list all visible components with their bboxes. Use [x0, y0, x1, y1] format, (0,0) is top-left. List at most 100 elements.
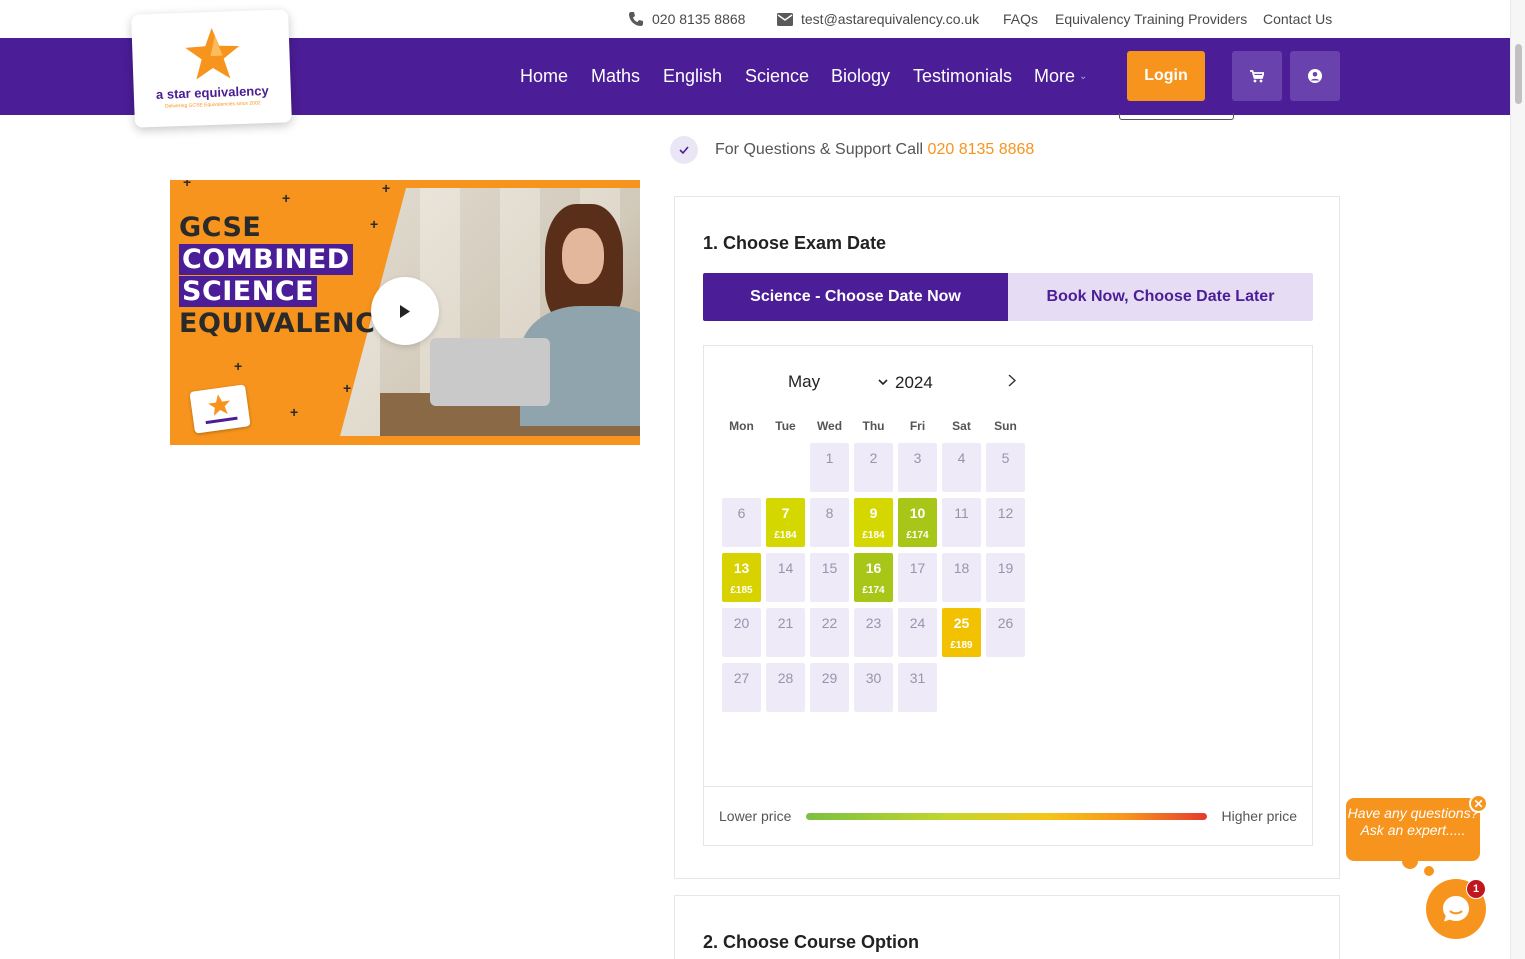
calendar-day: 31 — [898, 663, 937, 712]
topbar-phone-text: 020 8135 8868 — [652, 11, 746, 27]
calendar-day: 19 — [986, 553, 1025, 602]
weekday-label: Wed — [816, 419, 843, 433]
play-button[interactable] — [371, 277, 439, 345]
support-text: For Questions & Support Call — [715, 141, 924, 158]
nav-home[interactable]: Home — [520, 66, 568, 87]
nav-english[interactable]: English — [663, 66, 722, 87]
account-button[interactable] — [1290, 51, 1340, 101]
nav-biology[interactable]: Biology — [831, 66, 890, 87]
calendar-day: 11 — [942, 498, 981, 547]
day-number: 24 — [909, 615, 926, 631]
course-option-card: 2. Choose Course Option — [674, 895, 1340, 959]
calendar-day-available[interactable]: 10 £174 — [898, 498, 937, 547]
day-number: 6 — [737, 505, 746, 521]
day-price: £189 — [950, 640, 973, 651]
next-month-button[interactable] — [1002, 370, 1022, 390]
calendar-day: 18 — [942, 553, 981, 602]
day-number: 22 — [821, 615, 838, 631]
course-video-thumbnail[interactable]: GCSE COMBINED SCIENCE EQUIVALENCY + + + … — [170, 180, 640, 445]
calendar-day: 23 — [854, 608, 893, 657]
topbar-phone[interactable]: 020 8135 8868 — [628, 11, 745, 27]
sparkle-icon: + — [234, 358, 243, 374]
support-line: For Questions & Support Call 020 8135 88… — [670, 136, 1034, 164]
chat-prompt-bubble[interactable]: Have any questions? Ask an expert..... — [1346, 798, 1480, 861]
calendar-day-available[interactable]: 9 £184 — [854, 498, 893, 547]
calendar-day-available[interactable]: 7 £184 — [766, 498, 805, 547]
day-number: 17 — [909, 560, 926, 576]
video-logo — [189, 384, 251, 434]
weekday-label: Mon — [729, 419, 754, 433]
year-label[interactable]: 2024 — [895, 373, 933, 393]
nav-more[interactable]: More ⌄ — [1034, 66, 1087, 87]
calendar-day: 26 — [986, 608, 1025, 657]
nav-science[interactable]: Science — [745, 66, 809, 87]
nav-more-label: More — [1034, 66, 1076, 86]
topbar-email-text: test@astarequivalency.co.uk — [801, 11, 980, 27]
chevron-down-icon — [878, 378, 888, 385]
weekday-label: Thu — [862, 419, 885, 433]
scrollbar-thumb[interactable] — [1515, 44, 1522, 104]
price-gradient-bar — [806, 813, 1207, 820]
day-number: 20 — [733, 615, 750, 631]
calendar-day-available[interactable]: 25 £189 — [942, 608, 981, 657]
nav-maths[interactable]: Maths — [591, 66, 640, 87]
cart-button[interactable] — [1232, 51, 1282, 101]
sparkle-icon: + — [183, 180, 192, 190]
weekday-label: Tue — [775, 419, 796, 433]
day-number: 9 — [869, 505, 878, 521]
day-number: 18 — [953, 560, 970, 576]
day-number: 23 — [865, 615, 882, 631]
exam-date-card: 1. Choose Exam Date Science - Choose Dat… — [674, 196, 1340, 879]
legend-high-label: Higher price — [1221, 808, 1297, 824]
calendar-day: 4 — [942, 443, 981, 492]
calendar-day: 17 — [898, 553, 937, 602]
topbar-link-faqs[interactable]: FAQs — [1003, 11, 1038, 27]
day-price: £184 — [862, 530, 885, 541]
day-number: 3 — [913, 450, 922, 466]
exam-date-title: 1. Choose Exam Date — [703, 233, 887, 253]
day-price: £184 — [774, 530, 797, 541]
chevron-right-icon — [1008, 373, 1016, 387]
calendar-day-available[interactable]: 13 £185 — [722, 553, 761, 602]
day-number: 15 — [821, 560, 838, 576]
calendar-day: 29 — [810, 663, 849, 712]
day-number: 28 — [777, 670, 794, 686]
topbar-email[interactable]: test@astarequivalency.co.uk — [777, 11, 979, 27]
chat-icon — [1443, 896, 1469, 922]
day-number: 27 — [733, 670, 750, 686]
day-number: 30 — [865, 670, 882, 686]
weekday-label: Sat — [952, 419, 971, 433]
day-price: £174 — [906, 530, 929, 541]
nav-testimonials[interactable]: Testimonials — [913, 66, 1012, 87]
tab-choose-date-later[interactable]: Book Now, Choose Date Later — [1008, 273, 1313, 321]
hidden-button-outline — [1119, 113, 1234, 120]
sparkle-icon: + — [382, 180, 391, 196]
calendar-day: 2 — [854, 443, 893, 492]
calendar-day: 20 — [722, 608, 761, 657]
calendar-day: 28 — [766, 663, 805, 712]
calendar-day: 15 — [810, 553, 849, 602]
topbar-link-contact[interactable]: Contact Us — [1263, 11, 1332, 27]
sparkle-icon: + — [290, 404, 299, 420]
tab-choose-date-now[interactable]: Science - Choose Date Now — [703, 273, 1008, 321]
user-icon — [1308, 69, 1322, 83]
chat-bubble-dot — [1402, 853, 1418, 869]
play-icon — [400, 304, 410, 318]
calendar: May 2024 Mon Tue Wed Thu Fri Sat Sun 1 2 3 4 5 6 7 £1… — [703, 345, 1313, 846]
site-logo[interactable]: a star equivalency Delivering GCSE Equiv… — [131, 9, 292, 128]
price-legend: Lower price Higher price — [704, 786, 1312, 846]
day-number: 5 — [1001, 450, 1010, 466]
day-number: 25 — [953, 615, 970, 631]
page-scrollbar[interactable] — [1510, 0, 1525, 959]
login-button[interactable]: Login — [1127, 51, 1205, 101]
day-number: 2 — [869, 450, 878, 466]
calendar-day: 30 — [854, 663, 893, 712]
sparkle-icon: + — [370, 216, 379, 232]
video-title-line: COMBINED — [179, 244, 395, 276]
calendar-day-available[interactable]: 16 £174 — [854, 553, 893, 602]
topbar-link-training-providers[interactable]: Equivalency Training Providers — [1055, 11, 1247, 27]
chat-close-button[interactable]: ✕ — [1469, 794, 1488, 813]
month-select[interactable]: May — [788, 372, 888, 392]
calendar-day: 5 — [986, 443, 1025, 492]
support-phone-link[interactable]: 020 8135 8868 — [928, 141, 1035, 158]
